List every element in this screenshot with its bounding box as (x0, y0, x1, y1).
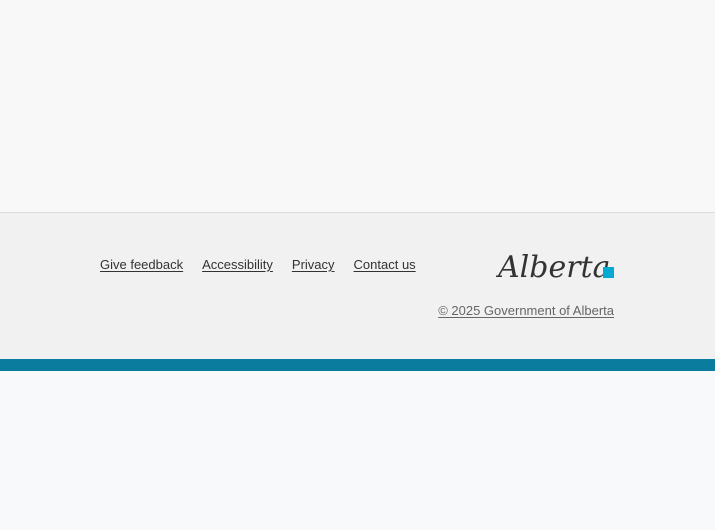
accent-bar (0, 359, 715, 371)
footer-nav: Give feedback Accessibility Privacy Cont… (100, 257, 416, 272)
accessibility-link[interactable]: Accessibility (202, 257, 273, 272)
bottom-area (0, 371, 715, 530)
alberta-logo-icon[interactable]: Alberta (495, 247, 616, 285)
page: Give feedback Accessibility Privacy Cont… (0, 0, 715, 530)
privacy-link[interactable]: Privacy (292, 257, 335, 272)
give-feedback-link[interactable]: Give feedback (100, 257, 183, 272)
copyright-link[interactable]: © 2025 Government of Alberta (438, 303, 614, 318)
logo-square-icon (603, 267, 614, 278)
main-content-area (0, 0, 715, 212)
site-footer: Give feedback Accessibility Privacy Cont… (0, 212, 715, 359)
logo-text: Alberta (496, 250, 611, 285)
contact-us-link[interactable]: Contact us (354, 257, 416, 272)
